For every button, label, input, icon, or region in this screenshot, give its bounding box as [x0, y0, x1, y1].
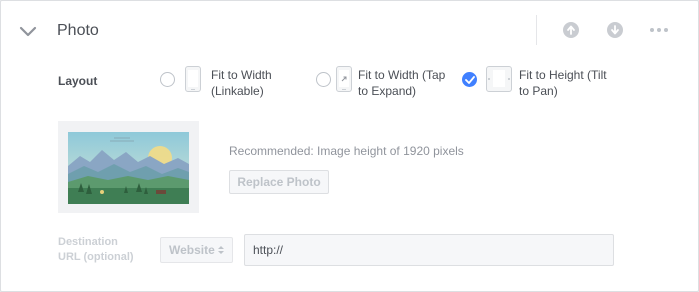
radio-fit-width-tap-expand[interactable]	[316, 72, 331, 87]
radio-fit-width-linkable[interactable]	[160, 72, 175, 87]
phone-tilt-pan-icon	[486, 66, 512, 92]
chevron-down-icon[interactable]	[19, 25, 37, 39]
option-label-line2: (Linkable)	[211, 84, 264, 98]
photo-section-card: Photo Layout Fit to Width (Linkable) Fit…	[0, 0, 699, 292]
section-title: Photo	[57, 22, 99, 39]
phone-fit-width-icon	[185, 66, 201, 92]
destination-type-select[interactable]: Website	[160, 237, 233, 263]
destination-url-input[interactable]	[244, 234, 614, 266]
header-divider	[536, 15, 537, 45]
layout-option-label: Fit to Height (Tilt to Pan)	[519, 67, 607, 99]
section-header: Photo	[1, 1, 698, 61]
destination-type-value: Website	[169, 243, 215, 257]
arrow-down-icon[interactable]	[607, 22, 623, 38]
option-label-line1: Fit to Width	[211, 68, 272, 82]
layout-label: Layout	[58, 74, 98, 88]
option-label-line1: Fit to Height (Tilt	[519, 68, 607, 82]
radio-fit-height-tilt-pan[interactable]	[462, 72, 477, 87]
layout-option-label: Fit to Width (Linkable)	[211, 67, 272, 99]
phone-tap-expand-icon	[336, 66, 352, 92]
option-label-line2: to Pan)	[519, 84, 558, 98]
landscape-image	[68, 132, 189, 204]
select-caret-icon	[218, 246, 224, 254]
arrow-up-icon[interactable]	[563, 22, 579, 38]
option-label-line1: Fit to Width (Tap	[358, 68, 446, 82]
option-label-line2: to Expand)	[358, 84, 417, 98]
layout-option-fit-width-tap-expand[interactable]: Fit to Width (Tap to Expand)	[315, 65, 455, 101]
destination-label-line2: URL (optional)	[58, 251, 134, 263]
layout-option-label: Fit to Width (Tap to Expand)	[358, 67, 445, 99]
destination-url-label: Destination URL (optional)	[58, 235, 148, 265]
layout-option-fit-width-linkable[interactable]: Fit to Width (Linkable)	[159, 65, 289, 101]
replace-photo-button[interactable]: Replace Photo	[229, 170, 329, 194]
destination-label-line1: Destination	[58, 236, 118, 248]
layout-option-fit-height-tilt-pan[interactable]: Fit to Height (Tilt to Pan)	[461, 65, 621, 101]
ellipsis-icon[interactable]	[649, 25, 669, 35]
photo-recommendation-text: Recommended: Image height of 1920 pixels	[229, 144, 464, 158]
photo-thumbnail	[58, 121, 199, 213]
